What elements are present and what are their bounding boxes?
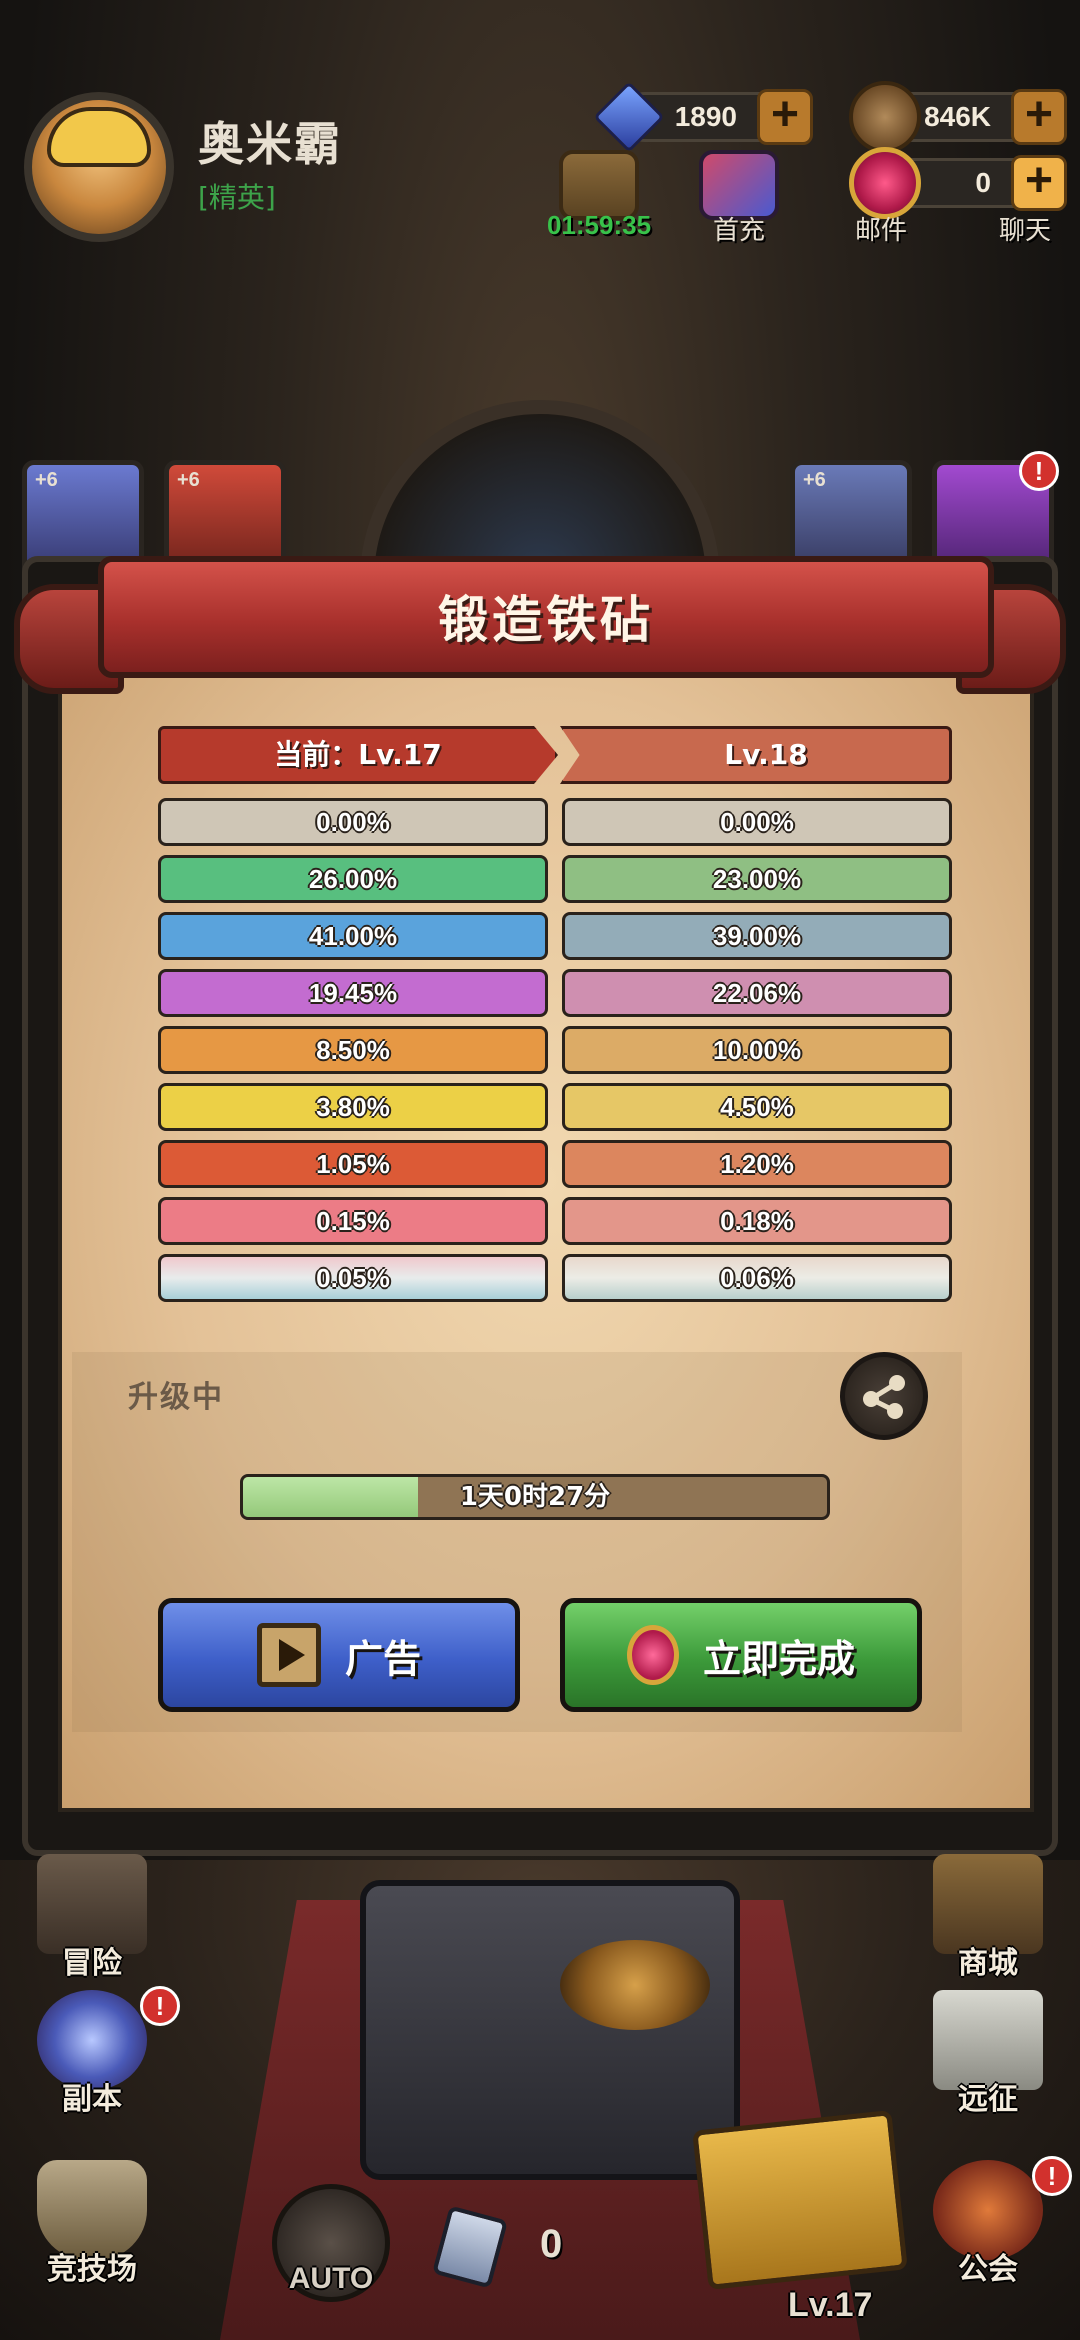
nav-arena[interactable]: 竞技场 — [22, 2160, 162, 2288]
alert-badge: ! — [140, 1986, 180, 2026]
next-rate: 23.00% — [562, 855, 952, 903]
share-button[interactable] — [840, 1352, 928, 1440]
nav-expedition-label: 远征 — [958, 2082, 1018, 2117]
nav-guild-label: 公会 — [958, 2252, 1018, 2287]
current-rate: 3.80% — [158, 1083, 548, 1131]
next-rate: 1.20% — [562, 1140, 952, 1188]
anvil-eye-emblem — [560, 1940, 710, 2030]
nav-dungeon-label: 副本 — [62, 2082, 122, 2117]
add-coins-button[interactable]: + — [1011, 89, 1067, 145]
gem-counter: 1890 + — [593, 81, 813, 153]
current-rate: 8.50% — [158, 1026, 548, 1074]
next-rate: 10.00% — [562, 1026, 952, 1074]
dialog-title: 锻造铁砧 — [438, 591, 654, 649]
gem-icon — [593, 81, 665, 153]
instant-finish-button[interactable]: 立即完成 — [560, 1598, 922, 1712]
current-rate: 0.15% — [158, 1197, 548, 1245]
rate-row: 0.00% 0.00% — [158, 798, 952, 846]
coin-icon — [849, 81, 921, 153]
rate-row: 41.00% 39.00% — [158, 912, 952, 960]
alert-badge: ! — [1032, 2156, 1072, 2196]
next-rate: 4.50% — [562, 1083, 952, 1131]
chest-timer: 01:59:35 — [546, 210, 652, 240]
current-level-header: 当前：Lv.17 — [158, 726, 558, 784]
chat-button[interactable]: 聊天 — [970, 150, 1080, 247]
nav-adventure[interactable]: 冒险 — [22, 1854, 162, 1982]
next-rate: 22.06% — [562, 969, 952, 1017]
next-level-header: Lv.18 — [560, 726, 952, 784]
nav-shop-label: 商城 — [958, 1946, 1018, 1981]
current-rate: 41.00% — [158, 912, 548, 960]
rate-row: 8.50% 10.00% — [158, 1026, 952, 1074]
player-avatar[interactable] — [24, 92, 174, 242]
rate-row: 19.45% 22.06% — [158, 969, 952, 1017]
rate-row: 1.05% 1.20% — [158, 1140, 952, 1188]
nav-arena-label: 竞技场 — [47, 2252, 137, 2287]
forge-anvil-dialog: 锻造铁砧 当前：Lv.17 Lv.18 0.00% 0.00% 26.00% 23.0… — [14, 556, 1066, 1856]
top-hud: 奥米霸 [精英] 1890 + 846K + 0 + 01:59:35 首充 邮… — [0, 0, 1080, 246]
anvil[interactable] — [360, 1880, 740, 2180]
coin-counter: 846K + — [849, 81, 1067, 153]
current-rate: 0.00% — [158, 798, 548, 846]
nav-adventure-label: 冒险 — [62, 1946, 122, 1981]
upgrade-time-remaining: 1天0时27分 — [459, 1482, 611, 1512]
rate-row: 0.15% 0.18% — [158, 1197, 952, 1245]
avatar-hair — [47, 107, 151, 167]
player-rank: [精英] — [198, 181, 276, 214]
next-rate: 0.06% — [562, 1254, 952, 1302]
upgrade-progress-bar: 1天0时27分 — [240, 1474, 830, 1520]
next-rate: 39.00% — [562, 912, 952, 960]
play-video-icon — [256, 1623, 321, 1687]
mail-button[interactable]: 邮件 — [826, 150, 936, 247]
rate-row: 0.05% 0.06% — [158, 1254, 952, 1302]
nav-guild[interactable]: 公会 ! — [918, 2156, 1072, 2288]
auto-label: AUTO — [288, 2262, 374, 2295]
title-banner: 锻造铁砧 — [98, 556, 994, 678]
chest-timer-button[interactable]: 01:59:35 — [544, 150, 654, 241]
nav-expedition[interactable]: 远征 — [918, 1990, 1058, 2118]
next-rate: 0.00% — [562, 798, 952, 846]
first-recharge-label: 首充 — [712, 216, 765, 246]
gold-bars-box[interactable] — [692, 2109, 908, 2291]
rate-row: 26.00% 23.00% — [158, 855, 952, 903]
rate-row: 3.80% 4.50% — [158, 1083, 952, 1131]
current-rate: 1.05% — [158, 1140, 548, 1188]
scroll-count: 0 — [540, 2222, 563, 2266]
alert-badge: ! — [1019, 451, 1059, 491]
gem-amount: 1890 — [674, 101, 737, 132]
current-rate: 19.45% — [158, 969, 548, 1017]
watch-ad-button[interactable]: 广告 — [158, 1598, 520, 1712]
rarity-rate-table: 0.00% 0.00% 26.00% 23.00% 41.00% 39.00% 19.45%… — [158, 798, 952, 1311]
nav-dungeon[interactable]: 副本 ! — [22, 1986, 180, 2118]
current-rate: 26.00% — [158, 855, 548, 903]
chat-label: 聊天 — [998, 216, 1051, 246]
upgrade-status-label: 升级中 — [128, 1380, 224, 1415]
current-rate: 0.05% — [158, 1254, 548, 1302]
mail-label: 邮件 — [854, 216, 907, 246]
share-icon — [863, 1375, 905, 1419]
card-upgrade-level: +6 — [177, 469, 200, 491]
first-recharge-button[interactable]: 首充 — [684, 150, 794, 247]
instant-finish-label: 立即完成 — [702, 1636, 855, 1681]
next-rate: 0.18% — [562, 1197, 952, 1245]
card-upgrade-level: +6 — [803, 469, 826, 491]
anvil-level: Lv.17 — [788, 2286, 873, 2324]
player-name: 奥米霸 — [198, 117, 342, 171]
nav-shop[interactable]: 商城 — [918, 1854, 1058, 1982]
card-upgrade-level: +6 — [35, 469, 58, 491]
watch-ad-label: 广告 — [344, 1636, 421, 1681]
coin-amount: 846K — [924, 101, 991, 132]
pendant-gem-icon — [626, 1625, 679, 1685]
add-gems-button[interactable]: + — [757, 89, 813, 145]
next-level-label: Lv.18 — [724, 738, 808, 771]
